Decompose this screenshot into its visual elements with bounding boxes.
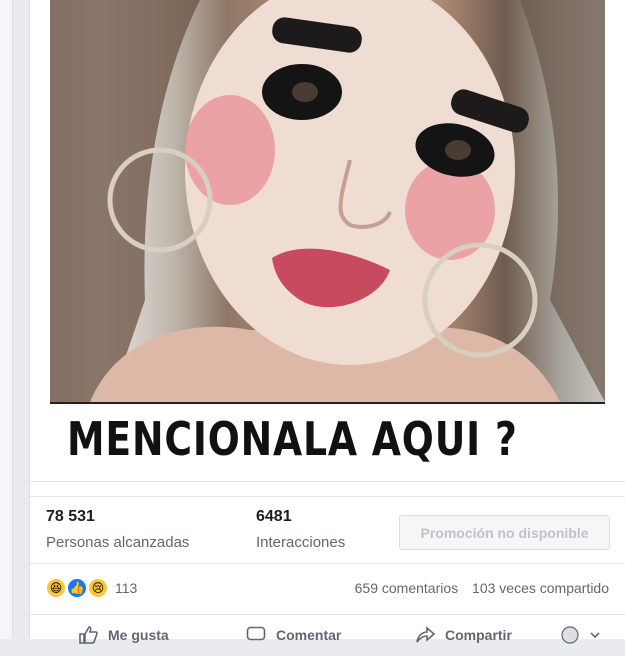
like-icon: 👍 xyxy=(67,578,87,598)
divider-reactions xyxy=(30,563,625,564)
post-caption: MENCIONALA AQUI ? xyxy=(67,412,518,466)
like-label: Me gusta xyxy=(108,627,169,643)
shares-count-link[interactable]: 103 veces compartido xyxy=(472,580,609,596)
divider-top xyxy=(30,481,625,482)
reactions-summary[interactable]: 😆 👍 😢 113 xyxy=(46,578,137,598)
comment-button[interactable]: Comentar xyxy=(246,626,341,644)
reaction-count: 113 xyxy=(115,580,138,596)
share-arrow-icon xyxy=(416,626,435,643)
comments-count-link[interactable]: 659 comentarios xyxy=(355,580,459,596)
divider-actions xyxy=(30,614,625,615)
haha-icon: 😆 xyxy=(46,578,66,598)
thumbs-up-icon xyxy=(79,626,98,644)
engagement-value: 6481 xyxy=(256,508,292,525)
reach-value: 78 531 xyxy=(46,508,95,525)
reach-stat[interactable]: 78 531 Personas alcanzadas xyxy=(46,508,189,551)
divider-insights xyxy=(30,496,625,497)
like-button[interactable]: Me gusta xyxy=(78,626,169,644)
engagement-label: Interacciones xyxy=(256,534,346,551)
post-card: MENCIONALA AQUI ? 78 531 Personas alcanz… xyxy=(29,0,625,644)
avatar-icon xyxy=(561,626,579,644)
engagement-stat[interactable]: 6481 Interacciones xyxy=(256,508,345,551)
caption-band: MENCIONALA AQUI ? xyxy=(50,402,605,482)
promotion-unavailable-button[interactable]: Promoción no disponible xyxy=(399,515,610,550)
comment-icon xyxy=(246,626,266,641)
share-label: Compartir xyxy=(445,627,512,643)
reach-label: Personas alcanzadas xyxy=(46,534,190,551)
post-actions-bar: Me gusta Comentar Compartir xyxy=(30,626,625,656)
left-panel-edge xyxy=(0,0,13,639)
comments-shares-summary: 659 comentarios 103 veces compartido xyxy=(355,580,609,596)
audience-selector[interactable] xyxy=(560,626,600,644)
comment-label: Comentar xyxy=(276,627,342,643)
photo-illustration xyxy=(50,0,605,402)
share-button[interactable]: Compartir xyxy=(415,626,512,644)
sad-icon: 😢 xyxy=(88,578,108,598)
post-photo[interactable] xyxy=(50,0,605,402)
